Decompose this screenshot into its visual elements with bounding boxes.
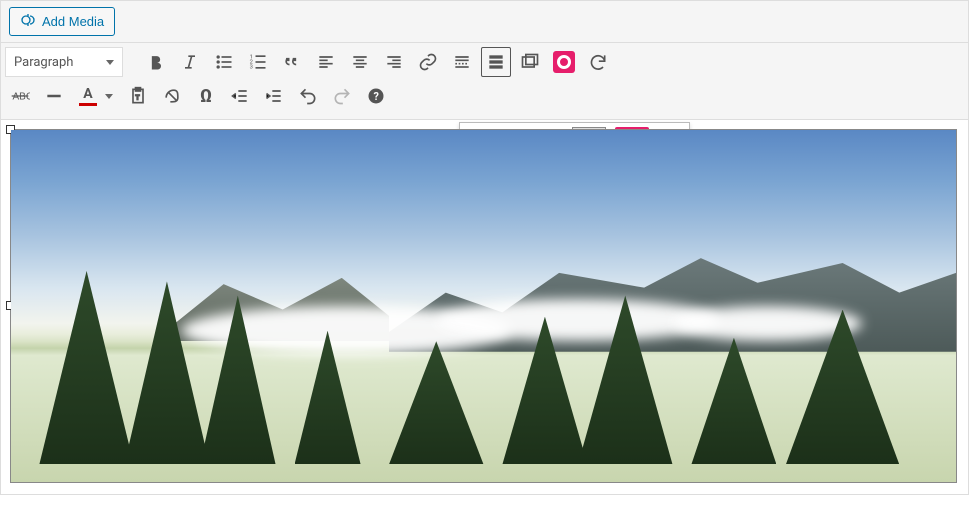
editor-toolbar: Paragraph 123 ABC A T Ω ? bbox=[0, 43, 969, 120]
add-media-label: Add Media bbox=[42, 14, 104, 29]
format-select-label: Paragraph bbox=[14, 55, 73, 70]
hr-icon[interactable] bbox=[39, 81, 69, 111]
refresh-icon[interactable] bbox=[583, 47, 613, 77]
align-right-icon[interactable] bbox=[379, 47, 409, 77]
toolbar-row-2: ABC A T Ω ? bbox=[5, 81, 964, 111]
undo-icon[interactable] bbox=[293, 81, 323, 111]
paste-text-icon[interactable]: T bbox=[123, 81, 153, 111]
add-media-button[interactable]: Add Media bbox=[9, 7, 115, 36]
selected-image[interactable] bbox=[11, 130, 956, 482]
link-icon[interactable] bbox=[413, 47, 443, 77]
read-more-icon[interactable] bbox=[447, 47, 477, 77]
toolbar-row-1: Paragraph 123 bbox=[5, 47, 964, 77]
special-char-icon[interactable]: Ω bbox=[191, 81, 221, 111]
bold-icon[interactable] bbox=[141, 47, 171, 77]
strikethrough-icon[interactable]: ABC bbox=[5, 81, 35, 111]
media-bar: Add Media bbox=[0, 0, 969, 43]
italic-icon[interactable] bbox=[175, 47, 205, 77]
indent-icon[interactable] bbox=[259, 81, 289, 111]
svg-text:3: 3 bbox=[250, 65, 253, 71]
bulleted-list-icon[interactable] bbox=[209, 47, 239, 77]
svg-text:?: ? bbox=[374, 90, 379, 103]
chevron-down-icon bbox=[106, 60, 114, 65]
gallery-icon[interactable] bbox=[515, 47, 545, 77]
align-left-icon[interactable] bbox=[311, 47, 341, 77]
media-icon bbox=[20, 12, 36, 31]
svg-text:T: T bbox=[136, 93, 140, 101]
redo-icon[interactable] bbox=[327, 81, 357, 111]
outdent-icon[interactable] bbox=[225, 81, 255, 111]
align-center-icon[interactable] bbox=[345, 47, 375, 77]
format-select[interactable]: Paragraph bbox=[5, 47, 123, 77]
text-color-chevron-icon[interactable] bbox=[105, 94, 113, 99]
record-icon[interactable] bbox=[549, 47, 579, 77]
blockquote-icon[interactable] bbox=[277, 47, 307, 77]
landscape-image bbox=[11, 130, 956, 482]
help-icon[interactable]: ? bbox=[361, 81, 391, 111]
toolbar-toggle-icon[interactable] bbox=[481, 47, 511, 77]
svg-text:ABC: ABC bbox=[13, 91, 31, 102]
clear-formatting-icon[interactable] bbox=[157, 81, 187, 111]
numbered-list-icon[interactable]: 123 bbox=[243, 47, 273, 77]
editor-content[interactable]: Edit bbox=[0, 120, 969, 495]
text-color-icon[interactable]: A bbox=[73, 81, 103, 111]
